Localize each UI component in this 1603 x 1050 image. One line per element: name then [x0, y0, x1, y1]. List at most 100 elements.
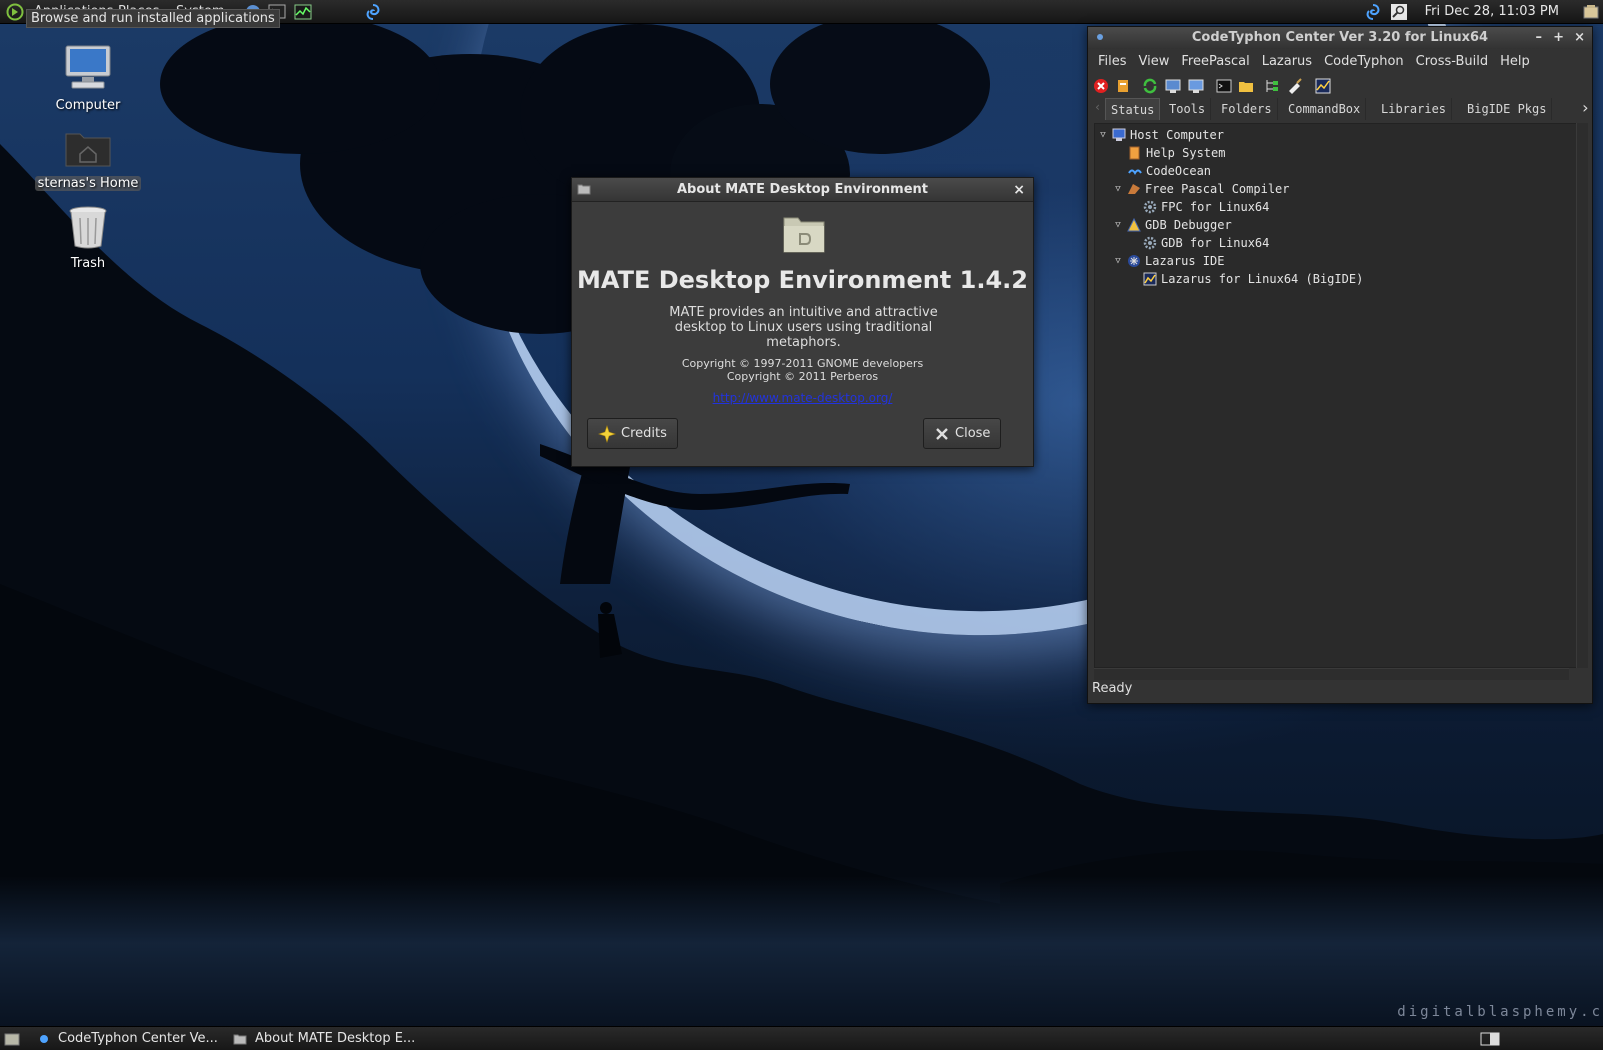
folder-task-icon — [233, 1034, 247, 1045]
tree-node-label: FPC for Linux64 — [1161, 200, 1270, 214]
panel-clock[interactable]: Fri Dec 28, 11:03 PM — [1425, 4, 1559, 19]
build-icon[interactable] — [1115, 78, 1131, 94]
monitor-config-icon[interactable] — [1165, 78, 1181, 94]
chart-icon — [1143, 272, 1157, 286]
workspace-switcher-icon[interactable] — [1480, 1032, 1500, 1046]
menu-files[interactable]: Files — [1092, 49, 1133, 74]
codetyphon-titlebar[interactable]: CodeTyphon Center Ver 3.20 for Linux64 –… — [1088, 27, 1592, 49]
tab-tools[interactable]: Tools — [1164, 98, 1212, 120]
clean-icon[interactable] — [1287, 78, 1303, 94]
codetyphon-launcher-icon[interactable] — [364, 3, 382, 21]
tree-node-help-system[interactable]: Help System — [1128, 144, 1225, 162]
close-label: Close — [955, 426, 991, 441]
mate-folder-logo-icon — [783, 217, 825, 253]
trash-icon — [69, 206, 107, 249]
taskbar-item-about-mate[interactable]: About MATE Desktop E... — [233, 1029, 415, 1049]
menu-cross-build[interactable]: Cross-Build — [1410, 49, 1495, 74]
gdb-icon — [1127, 218, 1141, 232]
window-close-button[interactable]: × — [1574, 27, 1585, 49]
search-tray-icon[interactable] — [1390, 3, 1408, 21]
tabs-scroll-right-icon[interactable]: › — [1580, 98, 1590, 117]
menu-codetyphon[interactable]: CodeTyphon — [1318, 49, 1410, 74]
about-dialog: About MATE Desktop Environment × MATE De… — [571, 177, 1034, 467]
tree-vertical-scrollbar[interactable] — [1576, 123, 1588, 668]
menu-freepascal[interactable]: FreePascal — [1175, 49, 1255, 74]
website-link[interactable]: http://www.mate-desktop.org/ — [572, 391, 1033, 405]
typhon-tray-icon[interactable] — [1364, 3, 1382, 21]
tree-node-gdb-linux64[interactable]: GDB for Linux64 — [1143, 234, 1269, 252]
monitor-settings-icon[interactable] — [1188, 78, 1204, 94]
mate-menu-icon[interactable] — [6, 3, 24, 21]
tab-status[interactable]: Status — [1105, 98, 1161, 120]
about-dialog-titlebar[interactable]: About MATE Desktop Environment × — [572, 178, 1033, 202]
expand-arrow-icon[interactable]: ▽ — [1113, 180, 1123, 198]
tree-settings-icon[interactable] — [1264, 78, 1280, 94]
show-desktop-icon[interactable] — [4, 1031, 20, 1047]
codetyphon-title: CodeTyphon Center Ver 3.20 for Linux64 — [1191, 30, 1489, 45]
tree-node-free-pascal-compiler[interactable]: ▽ Free Pascal Compiler — [1113, 180, 1289, 198]
menu-help[interactable]: Help — [1494, 49, 1536, 74]
tree-node-label: CodeOcean — [1146, 164, 1212, 178]
tree-node-fpc-linux64[interactable]: FPC for Linux64 — [1143, 198, 1269, 216]
maximize-button[interactable]: + — [1553, 27, 1564, 49]
copyright-line: Copyright © 2011 Perberos — [726, 370, 879, 383]
tree-node-lazarus-linux64[interactable]: Lazarus for Linux64 (BigIDE) — [1143, 270, 1363, 288]
codetyphon-toolbar — [1088, 74, 1592, 98]
monitor-icon — [1112, 128, 1126, 141]
copyright-line: Copyright © 1997-2011 GNOME developers — [681, 357, 924, 370]
credits-label: Credits — [621, 426, 667, 441]
stop-icon[interactable] — [1093, 78, 1109, 94]
taskbar-item-label: CodeTyphon Center Ve... — [58, 1031, 218, 1046]
status-tree: ▽ Host Computer Help System CodeOcean ▽ … — [1094, 123, 1584, 668]
codeocean-icon — [1128, 169, 1142, 175]
close-button[interactable]: Close — [923, 418, 1002, 449]
menu-view[interactable]: View — [1133, 49, 1176, 74]
folder-icon — [577, 184, 591, 195]
about-copyright: Copyright © 1997-2011 GNOME developers C… — [572, 357, 1033, 383]
desktop-icon-home[interactable]: sternas's Home — [33, 126, 143, 191]
show-desktop-icon[interactable] — [1582, 3, 1600, 21]
system-monitor-icon[interactable] — [294, 3, 312, 21]
tree-node-label: Host Computer — [1130, 128, 1224, 142]
open-folder-icon[interactable] — [1238, 78, 1254, 94]
tab-folders[interactable]: Folders — [1216, 98, 1278, 120]
console-icon[interactable] — [1216, 78, 1232, 94]
tree-node-label: Lazarus IDE — [1145, 254, 1225, 268]
star-icon — [598, 424, 616, 443]
taskbar-item-codetyphon[interactable]: CodeTyphon Center Ve... — [38, 1029, 218, 1049]
tree-node-host-computer[interactable]: ▽ Host Computer — [1098, 126, 1224, 144]
lazarus-icon — [1128, 255, 1140, 267]
expand-arrow-icon[interactable]: ▽ — [1113, 216, 1123, 234]
desktop-icon-label: Computer — [55, 98, 121, 113]
close-x-icon — [936, 427, 948, 440]
codetyphon-task-icon — [40, 1035, 48, 1043]
tree-node-codeocean[interactable]: CodeOcean — [1128, 162, 1211, 180]
expand-arrow-icon[interactable]: ▽ — [1113, 252, 1123, 270]
home-folder-icon — [65, 133, 111, 167]
codetyphon-tabs: ‹ Status Tools Folders CommandBox Librar… — [1088, 98, 1592, 120]
tab-libraries[interactable]: Libraries — [1376, 98, 1453, 120]
close-icon[interactable]: × — [1013, 178, 1025, 202]
tree-horizontal-scrollbar[interactable] — [1094, 668, 1569, 680]
tree-node-label: GDB Debugger — [1145, 218, 1232, 232]
bottom-panel: CodeTyphon Center Ve... About MATE Deskt… — [0, 1026, 1603, 1050]
credits-button[interactable]: Credits — [587, 418, 678, 449]
desktop-icon-computer[interactable]: Computer — [33, 44, 143, 113]
chart-tool-icon[interactable] — [1315, 78, 1331, 94]
tab-bigide-pkgs[interactable]: BigIDE Pkgs — [1462, 98, 1553, 120]
panel-tooltip: Browse and run installed applications — [26, 9, 280, 28]
refresh-icon[interactable] — [1142, 78, 1158, 94]
water-reflection — [0, 876, 1603, 1026]
desktop-icon-trash[interactable]: Trash — [33, 204, 143, 271]
tab-commandbox[interactable]: CommandBox — [1283, 98, 1367, 120]
menu-lazarus[interactable]: Lazarus — [1256, 49, 1318, 74]
tree-node-gdb-debugger[interactable]: ▽ GDB Debugger — [1113, 216, 1232, 234]
minimize-button[interactable]: – — [1536, 27, 1543, 49]
tabs-scroll-left-icon[interactable]: ‹ — [1094, 100, 1101, 114]
tree-node-label: GDB for Linux64 — [1161, 236, 1270, 250]
tree-node-lazarus-ide[interactable]: ▽ Lazarus IDE — [1113, 252, 1224, 270]
expand-arrow-icon[interactable]: ▽ — [1098, 126, 1108, 144]
codetyphon-window: CodeTyphon Center Ver 3.20 for Linux64 –… — [1087, 26, 1593, 704]
window-menu-icon[interactable] — [1095, 32, 1105, 42]
tree-node-label: Lazarus for Linux64 (BigIDE) — [1161, 272, 1364, 286]
